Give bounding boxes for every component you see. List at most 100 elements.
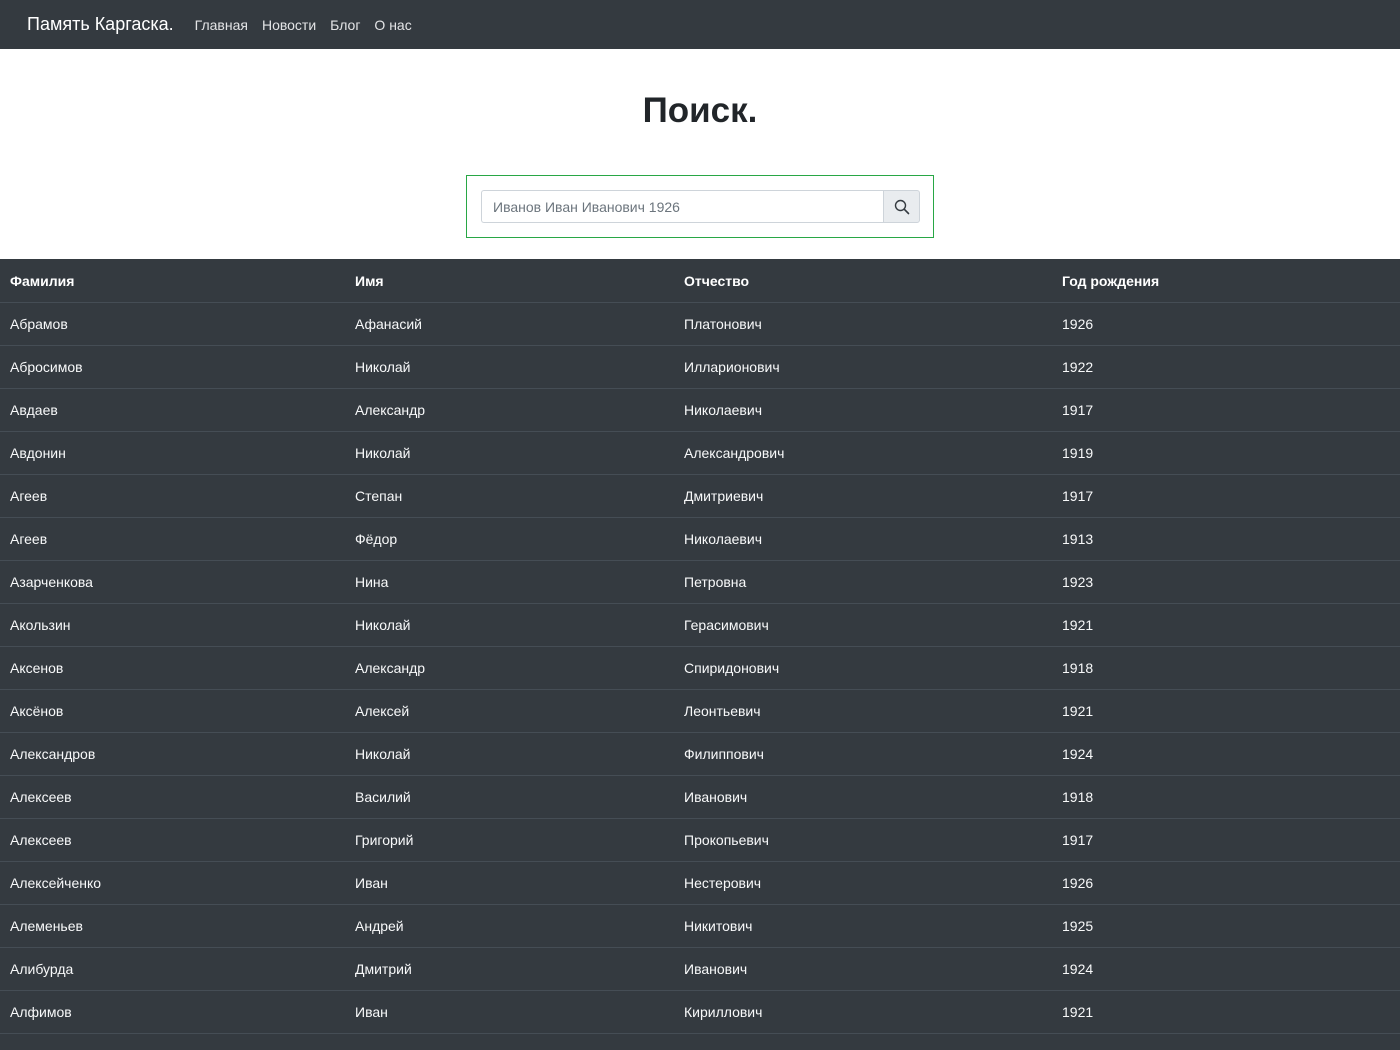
- cell-patronymic: Иванович: [674, 1033, 1052, 1050]
- cell-name: Иван: [345, 1033, 674, 1050]
- table-row[interactable]: Абрамов Афанасий Платонович 1926: [0, 302, 1400, 346]
- table-row[interactable]: Агеев Фёдор Николаевич 1913: [0, 517, 1400, 561]
- top-navbar: Память Каргаска. Главная Новости Блог О …: [0, 0, 1400, 49]
- cell-surname: Алексеев: [0, 818, 345, 862]
- cell-surname: Алфимов: [0, 990, 345, 1034]
- nav-link-home[interactable]: Главная: [195, 17, 248, 33]
- brand-logo-link[interactable]: Память Каргаска.: [27, 14, 174, 35]
- results-body: Абрамов Афанасий Платонович 1926 Абросимов Ни…: [0, 302, 1400, 1050]
- cell-surname: Алибурда: [0, 947, 345, 991]
- table-row[interactable]: Аксенов Александр Спиридонович 1918: [0, 646, 1400, 690]
- table-row[interactable]: Авдонин Николай Александрович 1919: [0, 431, 1400, 475]
- table-row[interactable]: Алеменьев Андрей Никитович 1925: [0, 904, 1400, 948]
- table-row[interactable]: Алексеев Григорий Прокопьевич 1917: [0, 818, 1400, 862]
- cell-surname: Ананьев: [0, 1033, 345, 1050]
- cell-patronymic: Прокопьевич: [674, 818, 1052, 862]
- search-button[interactable]: [883, 190, 920, 223]
- results-table: Фамилия Имя Отчество Год рождения Абрамо…: [0, 259, 1400, 1050]
- cell-surname: Агеев: [0, 474, 345, 518]
- cell-birth-year: 1924: [1052, 732, 1400, 776]
- cell-name: Иван: [345, 861, 674, 905]
- header-patronymic[interactable]: Отчество: [674, 259, 1052, 303]
- cell-patronymic: Иванович: [674, 947, 1052, 991]
- cell-surname: Александров: [0, 732, 345, 776]
- cell-patronymic: Филиппович: [674, 732, 1052, 776]
- cell-birth-year: 1917: [1052, 818, 1400, 862]
- cell-name: Николай: [345, 603, 674, 647]
- cell-birth-year: 1918: [1052, 775, 1400, 819]
- cell-name: Александр: [345, 646, 674, 690]
- cell-surname: Абрамов: [0, 302, 345, 346]
- table-row[interactable]: АнаньевИванИванович1922: [0, 1033, 1400, 1050]
- cell-patronymic: Илларионович: [674, 345, 1052, 389]
- cell-surname: Авдонин: [0, 431, 345, 475]
- cell-patronymic: Никитович: [674, 904, 1052, 948]
- cell-name: Фёдор: [345, 517, 674, 561]
- cell-birth-year: 1921: [1052, 990, 1400, 1034]
- cell-name: Степан: [345, 474, 674, 518]
- cell-patronymic: Спиридонович: [674, 646, 1052, 690]
- cell-surname: Аксёнов: [0, 689, 345, 733]
- cell-surname: Абросимов: [0, 345, 345, 389]
- cell-name: Нина: [345, 560, 674, 604]
- cell-name: Григорий: [345, 818, 674, 862]
- header-name[interactable]: Имя: [345, 259, 674, 303]
- search-icon: [894, 199, 909, 214]
- cell-birth-year: 1917: [1052, 474, 1400, 518]
- table-row[interactable]: Абросимов Николай Илларионович 1922: [0, 345, 1400, 389]
- cell-name: Александр: [345, 388, 674, 432]
- cell-surname: Алексейченко: [0, 861, 345, 905]
- cell-birth-year: 1919: [1052, 431, 1400, 475]
- cell-name: Андрей: [345, 904, 674, 948]
- cell-name: Иван: [345, 990, 674, 1034]
- cell-surname: Акользин: [0, 603, 345, 647]
- table-row[interactable]: Алибурда Дмитрий Иванович 1924: [0, 947, 1400, 991]
- cell-name: Василий: [345, 775, 674, 819]
- table-row[interactable]: Аксёнов Алексей Леонтьевич 1921: [0, 689, 1400, 733]
- cell-birth-year: 1925: [1052, 904, 1400, 948]
- cell-surname: Алеменьев: [0, 904, 345, 948]
- cell-name: Алексей: [345, 689, 674, 733]
- search-form: [466, 175, 934, 238]
- cell-name: Дмитрий: [345, 947, 674, 991]
- cell-birth-year: 1918: [1052, 646, 1400, 690]
- table-header-row: Фамилия Имя Отчество Год рождения: [0, 259, 1400, 303]
- nav-link-about[interactable]: О нас: [374, 17, 411, 33]
- cell-name: Афанасий: [345, 302, 674, 346]
- search-input[interactable]: [481, 190, 884, 223]
- cell-birth-year: 1922: [1052, 345, 1400, 389]
- table-row[interactable]: Агеев Степан Дмитриевич 1917: [0, 474, 1400, 518]
- cell-name: Николай: [345, 345, 674, 389]
- table-row[interactable]: Алексеев Василий Иванович 1918: [0, 775, 1400, 819]
- search-section: Поиск.: [0, 49, 1400, 259]
- header-birth-year[interactable]: Год рождения: [1052, 259, 1400, 303]
- cell-birth-year: 1917: [1052, 388, 1400, 432]
- cell-surname: Азарченкова: [0, 560, 345, 604]
- table-row[interactable]: Александров Николай Филиппович 1924: [0, 732, 1400, 776]
- cell-patronymic: Петровна: [674, 560, 1052, 604]
- table-row[interactable]: Авдаев Александр Николаевич 1917: [0, 388, 1400, 432]
- cell-birth-year: 1913: [1052, 517, 1400, 561]
- table-row[interactable]: Акользин Николай Герасимович 1921: [0, 603, 1400, 647]
- cell-surname: Аксенов: [0, 646, 345, 690]
- cell-patronymic: Александрович: [674, 431, 1052, 475]
- cell-surname: Авдаев: [0, 388, 345, 432]
- cell-surname: Алексеев: [0, 775, 345, 819]
- table-row[interactable]: Азарченкова Нина Петровна 1923: [0, 560, 1400, 604]
- table-row[interactable]: Алфимов Иван Кириллович 1921: [0, 990, 1400, 1034]
- cell-birth-year: 1922: [1052, 1033, 1400, 1050]
- cell-birth-year: 1926: [1052, 302, 1400, 346]
- cell-name: Николай: [345, 431, 674, 475]
- table-row[interactable]: Алексейченко Иван Нестерович 1926: [0, 861, 1400, 905]
- cell-birth-year: 1921: [1052, 689, 1400, 733]
- nav-link-news[interactable]: Новости: [262, 17, 316, 33]
- cell-birth-year: 1923: [1052, 560, 1400, 604]
- cell-patronymic: Николаевич: [674, 517, 1052, 561]
- header-surname[interactable]: Фамилия: [0, 259, 345, 303]
- cell-birth-year: 1926: [1052, 861, 1400, 905]
- nav-link-blog[interactable]: Блог: [330, 17, 360, 33]
- cell-birth-year: 1921: [1052, 603, 1400, 647]
- cell-surname: Агеев: [0, 517, 345, 561]
- cell-patronymic: Иванович: [674, 775, 1052, 819]
- cell-patronymic: Герасимович: [674, 603, 1052, 647]
